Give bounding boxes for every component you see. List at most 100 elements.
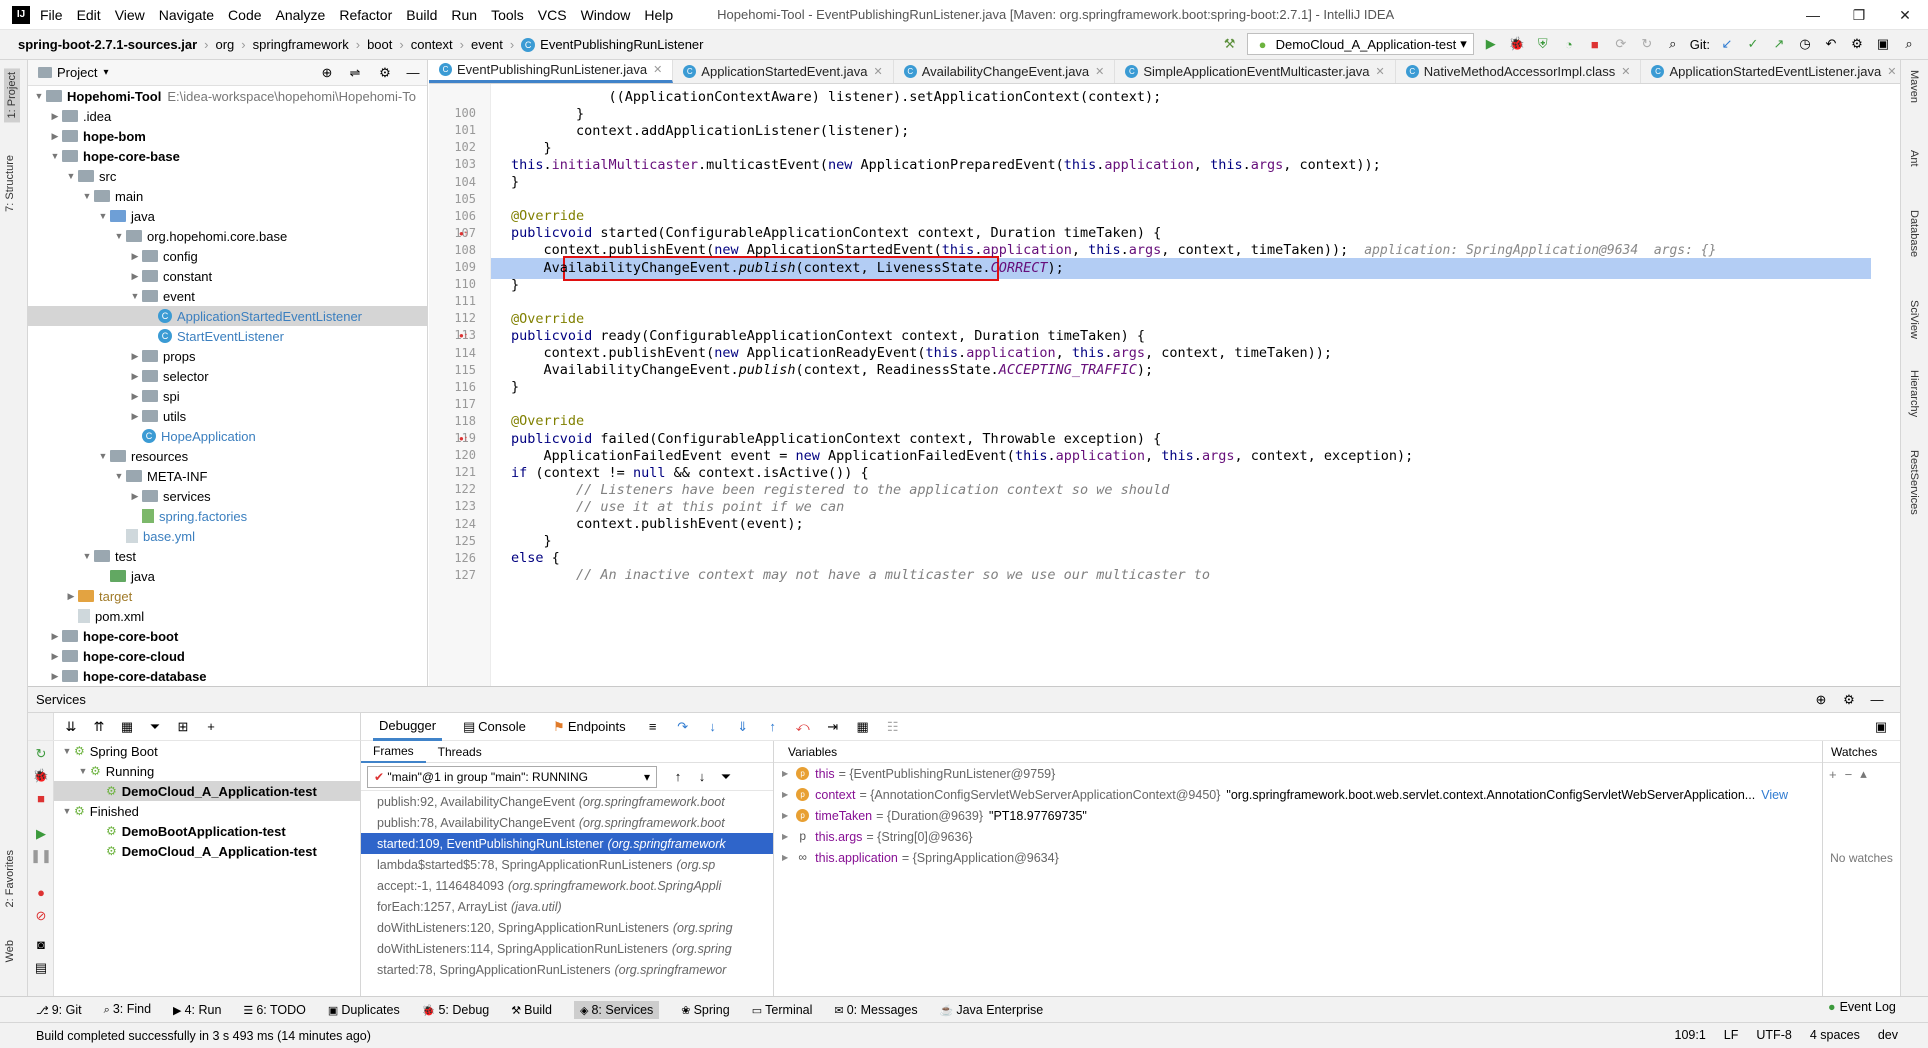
menu-item-window[interactable]: Window [581, 7, 631, 23]
implements-method-icon[interactable]: ●↑ [459, 434, 468, 443]
gear-icon[interactable]: ⚙ [1840, 691, 1858, 709]
chevron-down-icon[interactable]: ▼ [96, 451, 110, 461]
run-icon[interactable]: ▶ [1482, 35, 1500, 53]
stack-frame[interactable]: forEach:1257, ArrayList (java.util) [361, 896, 773, 917]
tree-item[interactable]: C ApplicationStartedEventListener [28, 306, 427, 326]
editor-tab[interactable]: C EventPublishingRunListener.java ✕ [429, 60, 674, 83]
menu-item-code[interactable]: Code [228, 7, 261, 23]
restore-layout-icon[interactable]: ▣ [1872, 718, 1890, 736]
tab-frames[interactable]: Frames [361, 740, 426, 763]
add-icon[interactable]: + [202, 718, 220, 736]
git-push-icon[interactable]: ↗ [1770, 35, 1788, 53]
chevron-right-icon[interactable]: ▶ [128, 491, 142, 502]
menu-item-build[interactable]: Build [406, 7, 437, 23]
tree-item[interactable]: ▼ java [28, 206, 427, 226]
menu-item-navigate[interactable]: Navigate [159, 7, 214, 23]
tree-item[interactable]: ▼ src [28, 166, 427, 186]
tree-item[interactable]: ▶ hope-core-cloud [28, 646, 427, 666]
breadcrumb-item[interactable]: springframework [253, 37, 349, 52]
group-icon[interactable]: ▦ [118, 718, 136, 736]
tree-item[interactable]: ▶ selector [28, 366, 427, 386]
view-link[interactable]: View [1761, 788, 1788, 802]
stack-frame[interactable]: doWithListeners:120, SpringApplicationRu… [361, 917, 773, 938]
tree-item[interactable]: ▶ target [28, 586, 427, 606]
tree-item[interactable]: ▶ hope-core-boot [28, 626, 427, 646]
collapse-all-icon[interactable]: ⇌ [346, 64, 364, 82]
close-icon[interactable]: ✕ [1621, 65, 1630, 78]
tab-console[interactable]: ▤ Console [454, 713, 532, 741]
filter-icon[interactable]: ⏷ [717, 768, 735, 786]
chevron-down-icon[interactable]: ▼ [112, 471, 126, 481]
breadcrumb-item[interactable]: event [471, 37, 503, 52]
stop-icon[interactable]: ■ [32, 789, 50, 807]
tab-debugger[interactable]: Debugger [373, 713, 443, 741]
globe-icon[interactable]: ⊕ [1812, 691, 1830, 709]
chevron-right-icon[interactable]: ▶ [128, 371, 142, 382]
indent-setting[interactable]: 4 spaces [1810, 1028, 1860, 1042]
git-update-icon[interactable]: ↙ [1718, 35, 1736, 53]
layout-icon[interactable]: ▣ [1874, 35, 1892, 53]
tab-endpoints[interactable]: ⚑ Endpoints [544, 713, 632, 741]
reload-icon[interactable]: ↻ [1638, 35, 1656, 53]
tree-item[interactable]: ▶ spi [28, 386, 427, 406]
debug-icon[interactable]: 🐞 [1508, 35, 1526, 53]
tree-item[interactable]: pom.xml [28, 606, 427, 626]
breadcrumb-item[interactable]: boot [367, 37, 392, 52]
variable-row[interactable]: ▶ p timeTaken = {Duration@9639} "PT18.977697… [774, 805, 1822, 826]
tree-item[interactable]: ▶ utils [28, 406, 427, 426]
chevron-right-icon[interactable]: ▶ [64, 591, 78, 602]
editor-tab[interactable]: C NativeMethodAccessorImpl.class ✕ [1396, 60, 1642, 83]
hide-icon[interactable]: — [1868, 691, 1886, 709]
hammer-build-icon[interactable]: ⚒ [1221, 35, 1239, 53]
tool-window-messages[interactable]: ✉ 0: Messages [834, 1003, 917, 1017]
tool-window-terminal[interactable]: ▭ Terminal [752, 1003, 813, 1017]
tree-item[interactable]: ▶ config [28, 246, 427, 266]
cursor-position[interactable]: 109:1 [1675, 1028, 1706, 1042]
breadcrumb-item[interactable]: org [216, 37, 235, 52]
implements-method-icon[interactable]: ●↑ [459, 229, 468, 238]
chevron-right-icon[interactable]: ▶ [128, 411, 142, 422]
tool-tab-database[interactable]: Database [1908, 210, 1920, 257]
implements-method-icon[interactable]: ●↑ [459, 331, 468, 340]
rerun-icon[interactable]: ↻ [32, 745, 50, 763]
collapse-all-icon[interactable]: ⇈ [90, 718, 108, 736]
tree-item[interactable]: ▶ .idea [28, 106, 427, 126]
menu-item-help[interactable]: Help [644, 7, 673, 23]
chevron-right-icon[interactable]: ▶ [48, 131, 62, 142]
locate-icon[interactable]: ⊕ [318, 64, 336, 82]
tree-item[interactable]: ▶ constant [28, 266, 427, 286]
chevron-right-icon[interactable]: ▶ [782, 790, 788, 799]
menu-item-vcs[interactable]: VCS [538, 7, 567, 23]
tool-window-services[interactable]: ◈ 8: Services [573, 1000, 660, 1019]
tool-tab-favorites[interactable]: 2: Favorites [4, 850, 16, 907]
chevron-right-icon[interactable]: ▶ [48, 671, 62, 682]
rollback-icon[interactable]: ↶ [1822, 35, 1840, 53]
tree-item[interactable]: ▼ META-INF [28, 466, 427, 486]
profile-icon[interactable]: ◔ [1560, 35, 1578, 53]
expand-all-icon[interactable]: ⇊ [62, 718, 80, 736]
stack-frame[interactable]: doWithListeners:114, SpringApplicationRu… [361, 938, 773, 959]
stack-frame[interactable]: started:78, SpringApplicationRunListener… [361, 959, 773, 980]
close-icon[interactable]: ✕ [653, 63, 662, 76]
tool-window-todo[interactable]: ☰ 6: TODO [243, 1003, 305, 1017]
variable-row[interactable]: ▶ p this.args = {String[0]@9636} [774, 826, 1822, 847]
chevron-down-icon[interactable]: ▼ [80, 191, 94, 201]
service-item[interactable]: ⚙ DemoCloud_A_Application-test [54, 841, 360, 861]
chevron-right-icon[interactable]: ▶ [48, 651, 62, 662]
service-item[interactable]: ▼ ⚙ Running [54, 761, 360, 781]
layout-icon[interactable]: ▤ [32, 959, 50, 977]
service-item[interactable]: ▼ ⚙ Spring Boot [54, 741, 360, 761]
history-icon[interactable]: ◷ [1796, 35, 1814, 53]
chevron-right-icon[interactable]: ▶ [782, 769, 788, 778]
stack-frame[interactable]: publish:78, AvailabilityChangeEvent (org.… [361, 812, 773, 833]
chevron-down-icon[interactable]: ▼ [128, 291, 142, 301]
tool-window-debug[interactable]: 🐞 5: Debug [422, 1003, 490, 1017]
close-icon[interactable]: ✕ [1095, 65, 1104, 78]
chevron-right-icon[interactable]: ▶ [782, 853, 788, 862]
evaluate-icon[interactable]: ▦ [854, 718, 872, 736]
stop-icon[interactable]: ■ [1586, 35, 1604, 53]
tool-tab-project[interactable]: 1: Project [4, 68, 20, 123]
close-icon[interactable]: ✕ [1376, 65, 1385, 78]
editor-tab[interactable]: C AvailabilityChangeEvent.java ✕ [894, 60, 1116, 83]
tree-item[interactable]: spring.factories [28, 506, 427, 526]
